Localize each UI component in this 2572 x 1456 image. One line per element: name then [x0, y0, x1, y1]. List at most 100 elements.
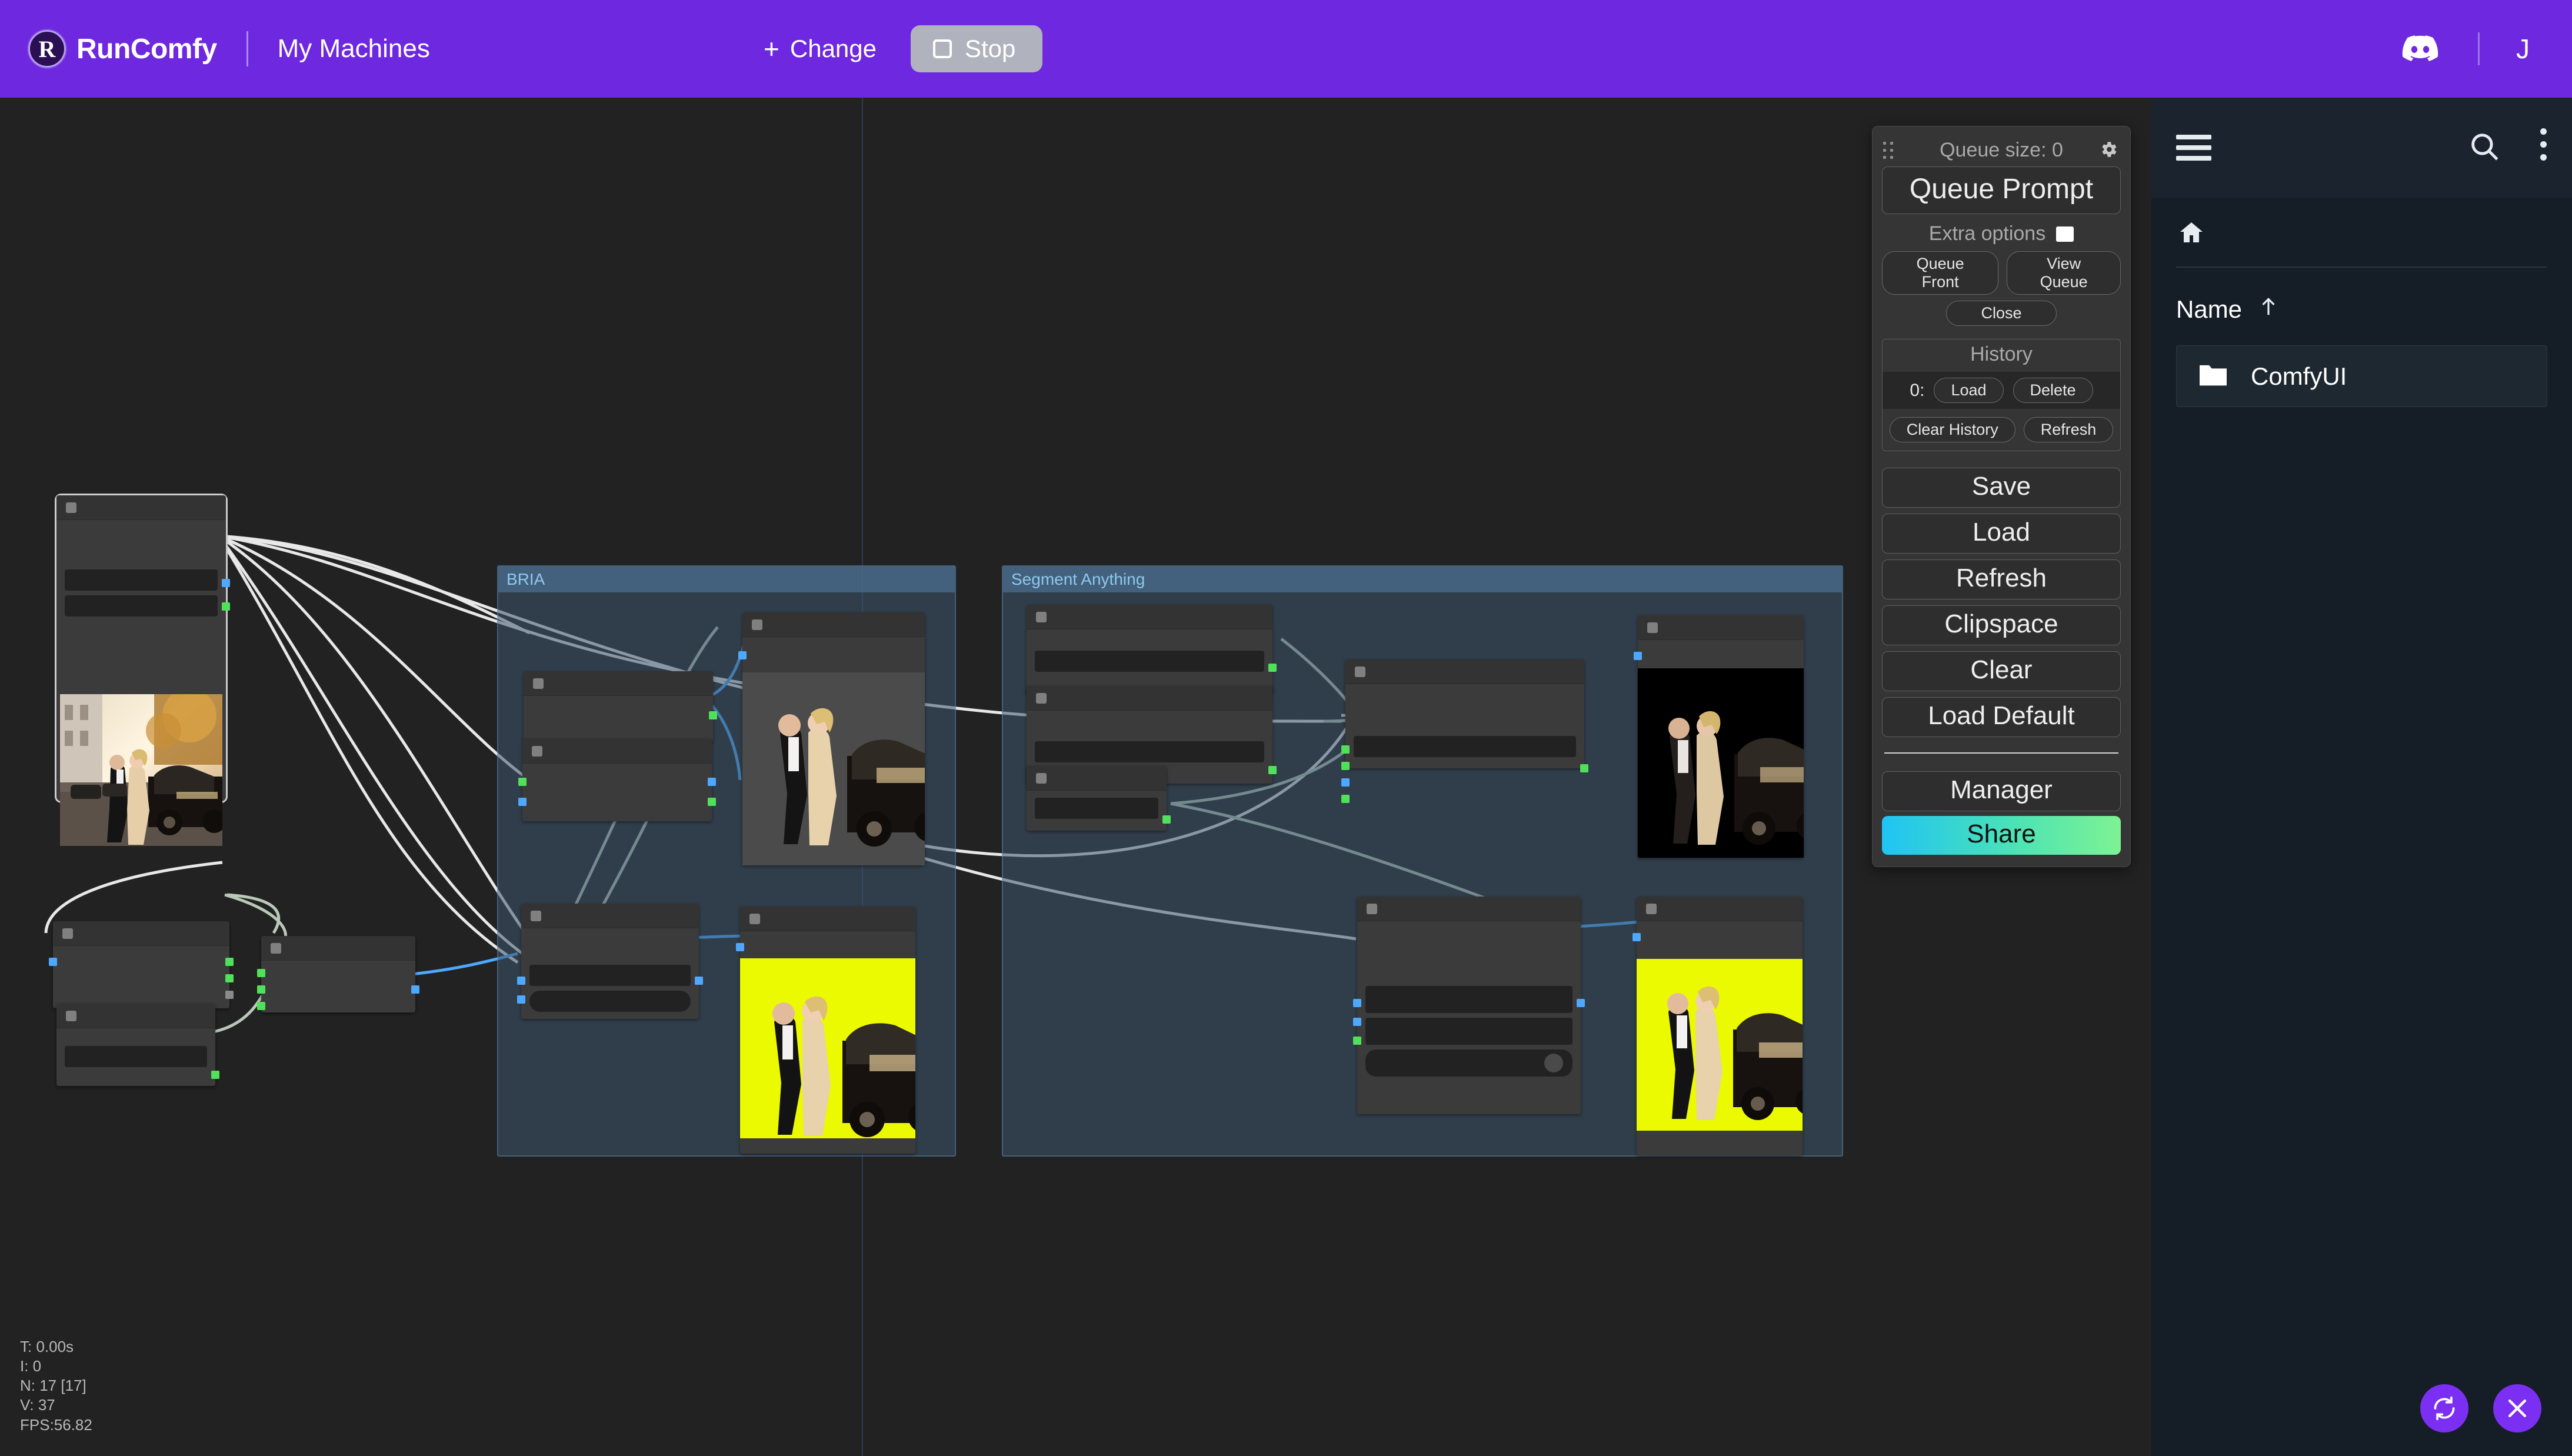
node-sa-5[interactable] — [1353, 897, 1585, 1114]
node-left-a[interactable] — [49, 921, 234, 1008]
node-title-bar[interactable] — [1027, 766, 1167, 791]
node-sa-4[interactable] — [1341, 659, 1588, 803]
sort-ascending-icon[interactable] — [2257, 294, 2280, 325]
view-queue-button[interactable]: View Queue — [2007, 251, 2121, 295]
node-output-port[interactable] — [411, 985, 419, 994]
brand[interactable]: R RunComfy — [28, 30, 217, 68]
node-title-bar[interactable] — [1027, 605, 1272, 629]
node-widget[interactable] — [529, 991, 691, 1012]
node-widget-toggle[interactable] — [1365, 1049, 1572, 1077]
change-button[interactable]: + Change — [753, 26, 887, 71]
node-collapse-icon[interactable] — [752, 619, 762, 630]
kebab-icon[interactable] — [2540, 128, 2547, 167]
history-load-button[interactable]: Load — [1934, 378, 2004, 403]
node-input-port[interactable] — [1341, 745, 1350, 754]
node-input-port[interactable] — [1341, 778, 1350, 787]
node-output-port[interactable] — [222, 579, 230, 587]
load-button[interactable]: Load — [1882, 514, 2121, 554]
node-output-port[interactable] — [1268, 766, 1277, 774]
refresh-button[interactable]: Refresh — [1882, 559, 2121, 599]
node-sa-preview-yellow[interactable] — [1633, 897, 1803, 1155]
search-icon[interactable] — [2467, 129, 2501, 166]
node-widget[interactable] — [1365, 986, 1572, 1013]
node-sa-preview-black[interactable] — [1634, 615, 1804, 858]
node-bria-2[interactable] — [518, 739, 716, 821]
node-title-bar[interactable] — [56, 495, 226, 520]
hamburger-icon[interactable] — [2176, 135, 2211, 161]
node-output-port[interactable] — [709, 711, 717, 719]
discord-icon[interactable] — [2399, 28, 2441, 70]
node-widget[interactable] — [65, 569, 218, 591]
share-button[interactable]: Share — [1882, 816, 2121, 855]
node-input-port[interactable] — [1353, 1037, 1361, 1045]
node-collapse-icon[interactable] — [271, 943, 281, 954]
node-bria-1[interactable] — [524, 671, 717, 742]
node-title-bar[interactable] — [1357, 897, 1581, 921]
node-title-bar[interactable] — [522, 739, 712, 764]
node-collapse-icon[interactable] — [1036, 773, 1047, 784]
node-collapse-icon[interactable] — [531, 911, 541, 921]
node-load-image[interactable] — [55, 494, 230, 846]
node-output-port[interactable] — [1580, 764, 1588, 772]
close-button[interactable] — [2493, 1384, 2541, 1432]
node-collapse-icon[interactable] — [62, 928, 73, 939]
node-output-port[interactable] — [222, 602, 230, 611]
node-input-port[interactable] — [1634, 652, 1642, 660]
node-bria-3[interactable] — [517, 904, 703, 1019]
node-widget[interactable] — [1035, 741, 1264, 762]
node-widget[interactable] — [65, 1046, 207, 1067]
node-widget[interactable] — [1035, 651, 1264, 672]
node-title-bar[interactable] — [740, 907, 915, 931]
node-output-port[interactable] — [211, 1071, 219, 1079]
node-collapse-icon[interactable] — [749, 914, 760, 924]
node-title-bar[interactable] — [1027, 686, 1272, 711]
node-input-port[interactable] — [1341, 795, 1350, 803]
node-bria-preview-yellow[interactable] — [736, 907, 915, 1154]
node-output-port[interactable] — [1268, 664, 1277, 672]
node-title-bar[interactable] — [1638, 615, 1804, 640]
close-button[interactable]: Close — [1946, 301, 2057, 326]
clear-history-button[interactable]: Clear History — [1889, 417, 2015, 442]
node-collapse-icon[interactable] — [1036, 612, 1047, 622]
node-input-port[interactable] — [257, 985, 265, 994]
avatar[interactable]: J — [2516, 33, 2530, 65]
file-row-comfyui[interactable]: ComfyUI — [2176, 345, 2547, 407]
node-input-port[interactable] — [1353, 999, 1361, 1007]
home-icon[interactable] — [2176, 222, 2207, 249]
node-collapse-icon[interactable] — [1355, 667, 1365, 677]
node-input-port[interactable] — [517, 995, 525, 1004]
queue-front-button[interactable]: Queue Front — [1882, 251, 1999, 295]
node-collapse-icon[interactable] — [1367, 904, 1377, 914]
node-output-port[interactable] — [225, 958, 234, 966]
save-button[interactable]: Save — [1882, 468, 2121, 508]
node-output-port[interactable] — [1162, 815, 1171, 824]
drag-handle[interactable] — [1883, 142, 1896, 159]
node-title-bar[interactable] — [742, 612, 925, 637]
node-title-bar[interactable] — [56, 1004, 215, 1028]
node-collapse-icon[interactable] — [1036, 693, 1047, 704]
node-bria-preview-top[interactable] — [738, 612, 925, 865]
node-widget[interactable] — [65, 595, 218, 617]
node-input-port[interactable] — [257, 969, 265, 977]
toggle-knob[interactable] — [1544, 1054, 1563, 1072]
load-default-button[interactable]: Load Default — [1882, 697, 2121, 737]
node-title-bar[interactable] — [521, 904, 699, 928]
stop-button[interactable]: Stop — [911, 25, 1043, 72]
clear-button[interactable]: Clear — [1882, 651, 2121, 691]
node-input-port[interactable] — [518, 778, 527, 786]
node-input-port[interactable] — [738, 651, 747, 659]
node-output-port[interactable] — [695, 977, 703, 985]
node-collapse-icon[interactable] — [533, 678, 544, 689]
node-input-port[interactable] — [49, 958, 57, 966]
node-left-b[interactable] — [56, 1004, 219, 1086]
node-input-port[interactable] — [1633, 933, 1641, 941]
node-output-port[interactable] — [1577, 999, 1585, 1007]
node-widget[interactable] — [1035, 798, 1158, 819]
node-collapse-icon[interactable] — [1647, 622, 1658, 633]
node-input-port[interactable] — [517, 977, 525, 985]
node-input-port[interactable] — [1353, 1018, 1361, 1026]
node-output-port[interactable] — [225, 974, 234, 982]
node-title-bar[interactable] — [1637, 897, 1803, 921]
node-left-c[interactable] — [257, 936, 419, 1012]
node-collapse-icon[interactable] — [66, 1011, 76, 1021]
